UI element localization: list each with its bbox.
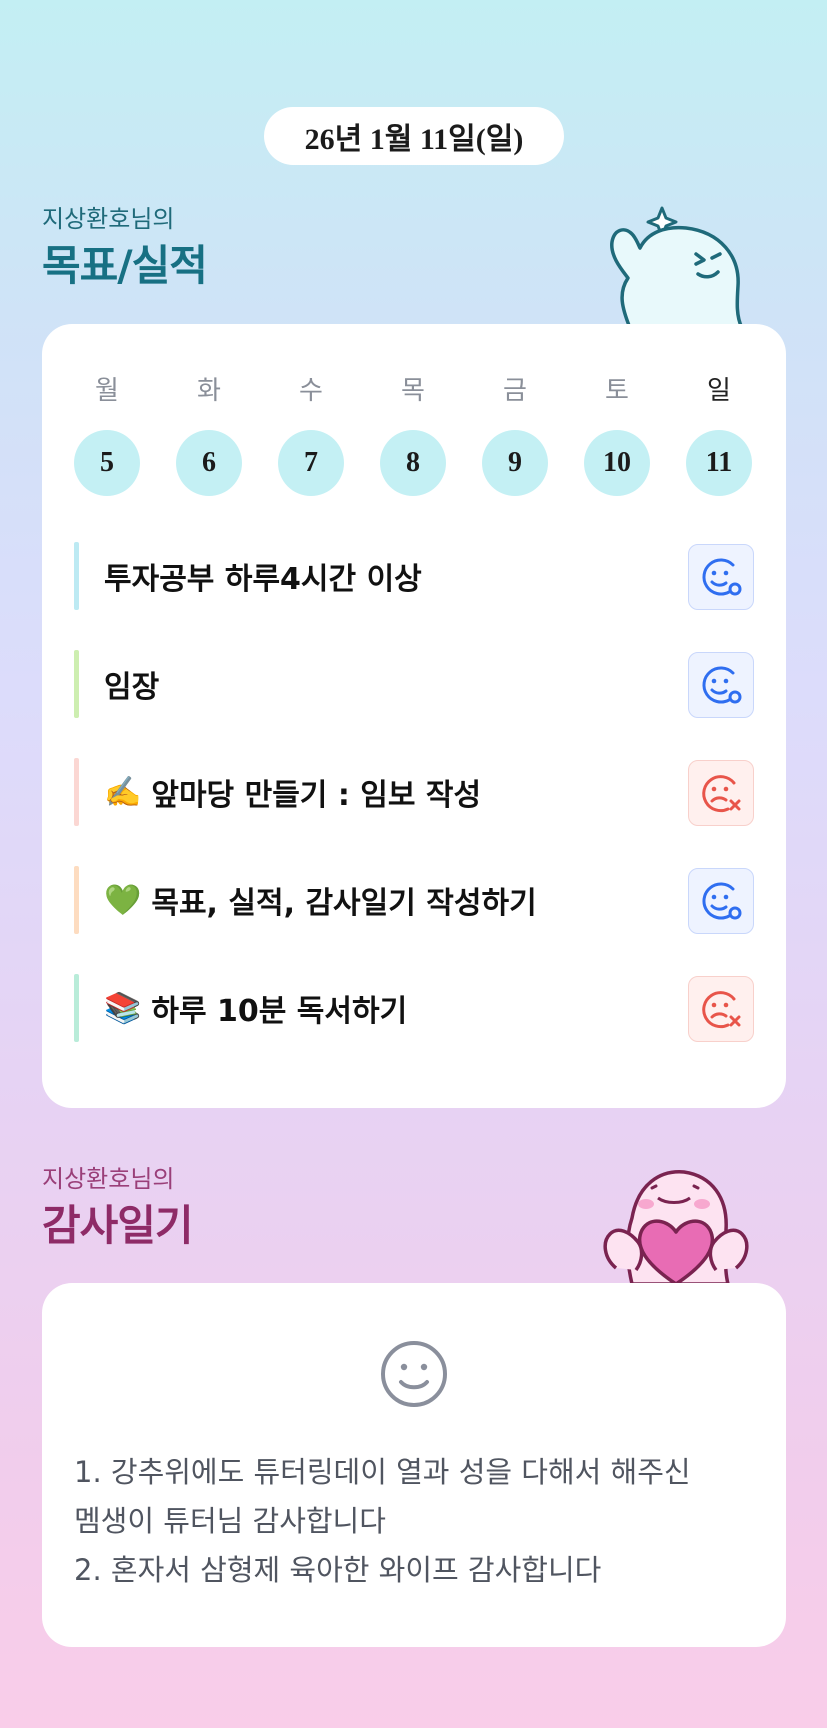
gratitude-section-title: 감사일기 xyxy=(42,1201,194,1250)
date-button-today[interactable]: 11 xyxy=(686,430,752,496)
gratitude-line: 2. 혼자서 삼형제 육아한 와이프 감사합니다 xyxy=(74,1553,602,1587)
goal-row: 투자공부 하루4시간 이상 xyxy=(74,542,754,610)
weekday-label: 수 xyxy=(299,376,323,406)
weekday-label: 화 xyxy=(197,376,221,406)
green-heart-icon: 💚 xyxy=(104,882,142,918)
sad-x-icon xyxy=(702,775,741,813)
goal-row: 💚 목표, 실적, 감사일기 작성하기 xyxy=(74,866,754,934)
goal-color-bar xyxy=(74,650,79,718)
date-button[interactable]: 6 xyxy=(176,430,242,496)
goal-label: 임장 xyxy=(104,670,160,705)
goal-label: 하루 10분 독서하기 xyxy=(151,994,408,1029)
mascot-mint-illustration xyxy=(610,206,744,328)
weekday-label: 월 xyxy=(95,376,119,406)
gratitude-line: 1. 강추위에도 튜터링데이 열과 성을 다해서 해주신 xyxy=(74,1455,691,1489)
date-label: 26년 1월 11일(일) xyxy=(264,107,564,165)
goal-text: 📚 하루 10분 독서하기 xyxy=(104,974,407,1042)
date-button[interactable]: 5 xyxy=(74,430,140,496)
goal-row: ✍️ 앞마당 만들기 : 임보 작성 xyxy=(74,758,754,826)
date-button[interactable]: 8 xyxy=(380,430,446,496)
goals-section-subtitle: 지상환호님의 xyxy=(42,205,175,233)
goal-status-achieved-button[interactable] xyxy=(688,544,754,610)
goal-label: 목표, 실적, 감사일기 작성하기 xyxy=(151,886,537,921)
goal-color-bar xyxy=(74,974,79,1042)
date-button[interactable]: 10 xyxy=(584,430,650,496)
books-icon: 📚 xyxy=(104,990,142,1026)
goals-section-title: 목표/실적 xyxy=(42,241,208,290)
weekday-label: 금 xyxy=(503,376,527,406)
mascot-pink-heart-illustration xyxy=(603,1170,749,1284)
gratitude-line: 멤생이 튜터님 감사합니다 xyxy=(74,1504,386,1538)
goal-color-bar xyxy=(74,866,79,934)
weekday-label-today: 일 xyxy=(707,376,731,406)
gratitude-section-subtitle: 지상환호님의 xyxy=(42,1165,175,1193)
goal-text: 임장 xyxy=(104,650,159,718)
goal-text: 💚 목표, 실적, 감사일기 작성하기 xyxy=(104,866,537,934)
goal-label: 투자공부 하루4시간 이상 xyxy=(104,562,422,597)
goal-label: 앞마당 만들기 : 임보 작성 xyxy=(151,778,482,813)
smile-o-icon xyxy=(702,558,742,596)
goal-status-achieved-button[interactable] xyxy=(688,868,754,934)
goal-status-missed-button[interactable] xyxy=(688,976,754,1042)
writing-hand-icon: ✍️ xyxy=(104,774,142,810)
smile-o-icon xyxy=(702,882,742,920)
goal-color-bar xyxy=(74,758,79,826)
goal-text: ✍️ 앞마당 만들기 : 임보 작성 xyxy=(104,758,481,826)
weekday-label: 토 xyxy=(605,376,629,406)
goals-card: 월 화 수 목 금 토 일 5 6 7 8 9 10 11 투자공부 하루4시간… xyxy=(42,324,786,1108)
weekday-label: 목 xyxy=(401,376,425,406)
smile-o-icon xyxy=(702,666,742,704)
goal-row: 📚 하루 10분 독서하기 xyxy=(74,974,754,1042)
goal-color-bar xyxy=(74,542,79,610)
gratitude-card: 1. 강추위에도 튜터링데이 열과 성을 다해서 해주신 멤생이 튜터님 감사합… xyxy=(42,1283,786,1647)
goal-row: 임장 xyxy=(74,650,754,718)
goal-status-missed-button[interactable] xyxy=(688,760,754,826)
goal-status-achieved-button[interactable] xyxy=(688,652,754,718)
smile-icon xyxy=(381,1341,447,1407)
sad-x-icon xyxy=(702,991,741,1029)
date-button[interactable]: 9 xyxy=(482,430,548,496)
date-button[interactable]: 7 xyxy=(278,430,344,496)
goal-text: 투자공부 하루4시간 이상 xyxy=(104,542,422,610)
